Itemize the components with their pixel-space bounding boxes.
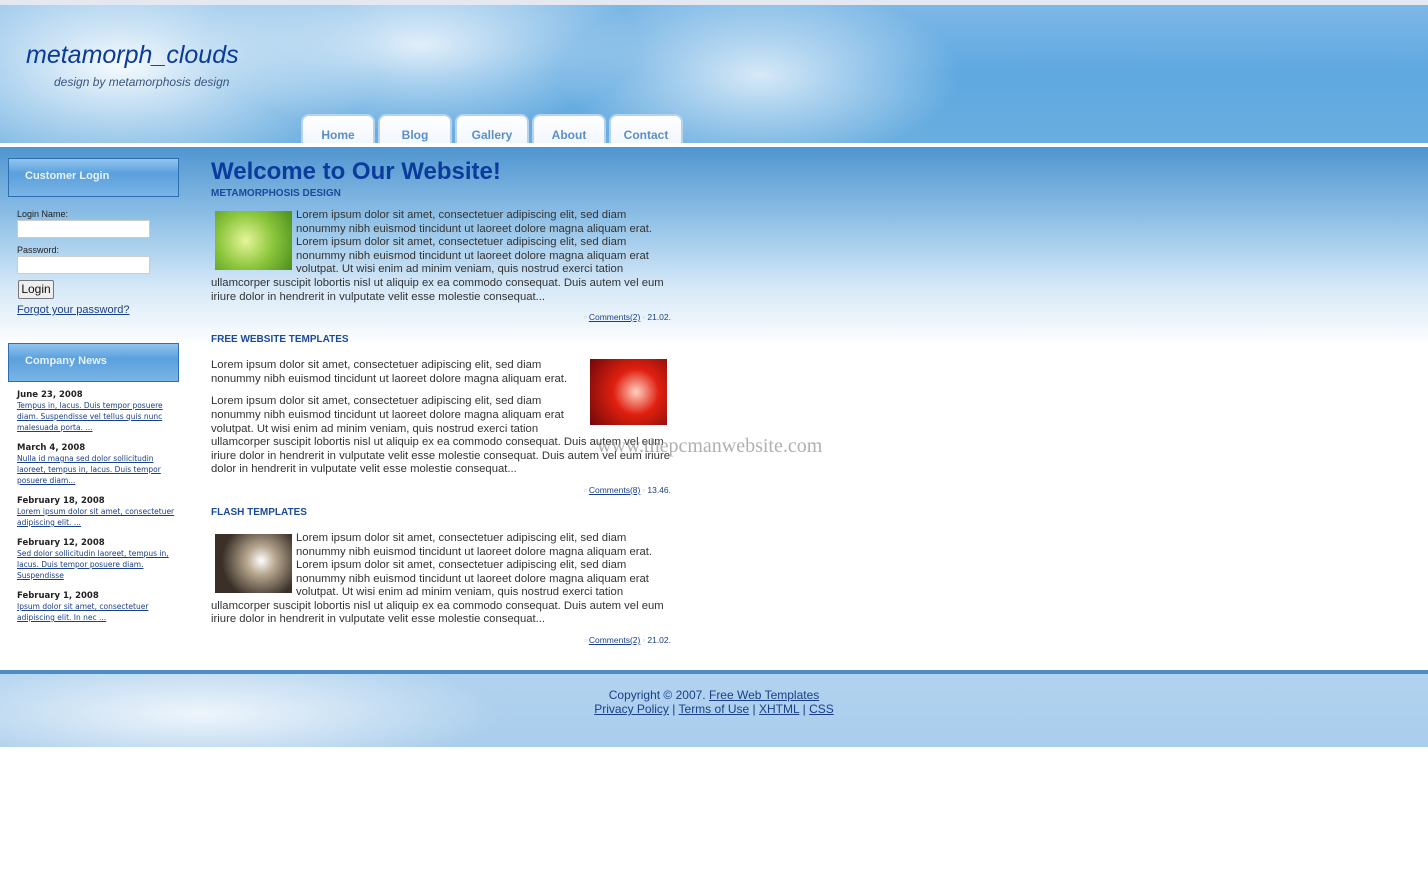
news-link[interactable]: Tempus in, lacus. Duis tempor posuere di… (17, 400, 177, 433)
xhtml-link[interactable]: XHTML (759, 702, 799, 716)
comment-icon: ▫ (583, 635, 587, 646)
comment-icon: ▫ (583, 312, 587, 323)
news-date: February 1, 2008 (17, 591, 99, 601)
customer-login-header: Customer Login (8, 158, 179, 197)
login-name-input[interactable] (17, 220, 150, 238)
clock-icon: ◦ (642, 484, 646, 495)
login-name-label: Login Name: (17, 209, 69, 219)
privacy-link[interactable]: Privacy Policy (594, 702, 669, 716)
news-item: June 23, 2008 Tempus in, lacus. Duis temp… (17, 390, 177, 433)
article-meta: ▫ Comments(2) ◦ 21.02. (211, 635, 671, 645)
news-item: February 18, 2008 Lorem ipsum dolor sit a… (17, 496, 177, 528)
separator: | (672, 702, 676, 716)
red-figure-image (590, 359, 667, 426)
comments-link[interactable]: Comments(8) (589, 485, 640, 495)
article-time: 21.02. (647, 635, 671, 646)
copyright: Copyright © 2007. (608, 688, 706, 702)
free-templates-link[interactable]: Free Web Templates (709, 688, 819, 702)
clock-icon: ◦ (642, 312, 646, 323)
green-leaf-image (215, 211, 292, 270)
site-tagline: design by metamorphosis design (54, 75, 230, 89)
article-time: 21.02. (647, 312, 671, 323)
password-label: Password: (17, 245, 60, 255)
watermark: www.thepcmanwebsite.com (597, 435, 823, 457)
article-heading: FLASH TEMPLATES (211, 506, 307, 518)
article-heading: METAMORPHOSIS DESIGN (211, 188, 341, 199)
news-item: March 4, 2008 Nulla id magna sed dolor so… (17, 443, 177, 486)
news-date: February 18, 2008 (17, 496, 105, 506)
article-heading: FREE WEBSITE TEMPLATES (211, 334, 349, 346)
news-link[interactable]: Nulla id magna sed dolor sollicitudin la… (17, 453, 177, 486)
clock-icon: ◦ (642, 635, 646, 646)
news-date: June 23, 2008 (17, 390, 83, 400)
light-burst-image (215, 533, 292, 593)
news-list: June 23, 2008 Tempus in, lacus. Duis temp… (17, 390, 177, 633)
article-meta: ▫ Comments(8) ◦ 13.46. (211, 485, 671, 495)
css-link[interactable]: CSS (809, 702, 834, 716)
login-button[interactable]: Login (18, 280, 54, 299)
page-title: Welcome to Our Website! (211, 158, 501, 185)
news-date: February 12, 2008 (17, 538, 105, 548)
site-logo[interactable]: metamorph_clouds (26, 41, 239, 70)
separator: | (802, 702, 806, 716)
main-content: Welcome to Our Website! METAMORPHOSIS DE… (211, 158, 671, 657)
news-item: February 1, 2008 Ipsum dolor sit amet, co… (17, 591, 177, 623)
article-time: 13.46. (647, 484, 671, 495)
news-link[interactable]: Sed dolor sollicitudin laoreet, tempus i… (17, 548, 177, 581)
terms-link[interactable]: Terms of Use (679, 702, 750, 716)
article: METAMORPHOSIS DESIGN Lorem ipsum dolor s… (211, 188, 671, 322)
company-news-header: Company News (8, 343, 179, 382)
separator: | (752, 702, 756, 716)
article-meta: ▫ Comments(2) ◦ 21.02. (211, 312, 671, 322)
password-input[interactable] (17, 256, 150, 274)
news-link[interactable]: Ipsum dolor sit amet, consectetuer adipi… (17, 601, 177, 623)
footer: Copyright © 2007. Free Web Templates Pri… (0, 674, 1428, 747)
article: FLASH TEMPLATES Lorem ipsum dolor sit am… (211, 507, 671, 645)
news-item: February 12, 2008 Sed dolor sollicitudin … (17, 538, 177, 581)
forgot-password-link[interactable]: Forgot your password? (17, 304, 130, 316)
comments-link[interactable]: Comments(2) (589, 312, 640, 322)
news-link[interactable]: Lorem ipsum dolor sit amet, consectetuer… (17, 506, 177, 528)
article: FREE WEBSITE TEMPLATES Lorem ipsum dolor… (211, 334, 671, 495)
news-date: March 4, 2008 (17, 443, 86, 453)
comments-link[interactable]: Comments(2) (589, 635, 640, 645)
header: metamorph_clouds design by metamorphosis… (0, 5, 1428, 152)
comment-icon: ▫ (583, 484, 587, 495)
